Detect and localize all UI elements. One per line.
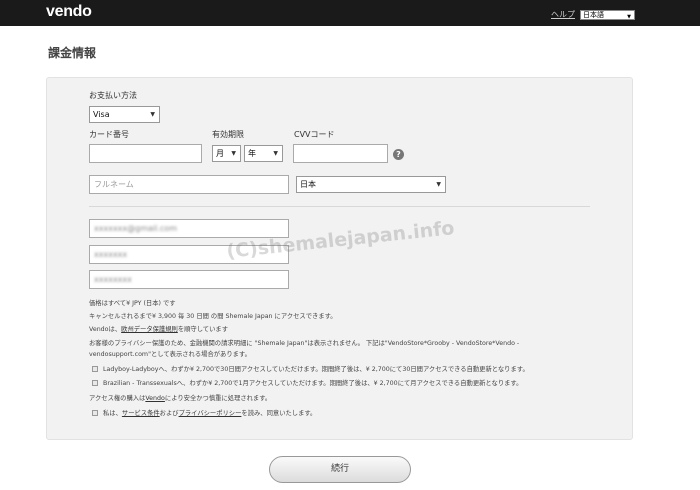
security-note-post: により安全かつ慎重に処理されます。 xyxy=(164,395,272,402)
dropdown-arrow-icon: ▼ xyxy=(627,14,631,20)
email-value: xxxxxxx@gmail.com xyxy=(94,224,177,233)
expiry-year-select[interactable]: 年 ▼ xyxy=(244,145,283,162)
question-icon[interactable]: ? xyxy=(393,149,404,160)
terms-text: 私は、サービス条件およびプライバシーポリシーを読み、同意いたします。 xyxy=(103,408,316,417)
terms-of-service-link[interactable]: サービス条件 xyxy=(122,410,160,417)
billing-descriptor-note: お客様のプライバシー保護のため、金融機関の請求明細に "Shemale Japa… xyxy=(89,340,520,347)
offer1-text: Ladyboy-Ladyboyへ、わずか¥ 2,700で30日間アクセスしていた… xyxy=(103,366,529,373)
fullname-input[interactable]: フルネーム xyxy=(89,175,289,194)
payment-method-label: お支払い方法 xyxy=(89,91,137,100)
expiry-year-value: 年 xyxy=(248,149,256,158)
language-select[interactable]: 日本語 ▼ xyxy=(580,10,635,20)
gdpr-note-post: を順守しています xyxy=(177,326,228,333)
dropdown-arrow-icon: ▼ xyxy=(436,181,441,188)
language-value: 日本語 xyxy=(583,11,604,19)
country-value: 日本 xyxy=(300,180,316,189)
terms-post: を読み、同意いたします。 xyxy=(241,410,317,417)
expiry-month-value: 月 xyxy=(216,149,224,158)
card-number-input[interactable] xyxy=(89,144,202,163)
expiry-month-select[interactable]: 月 ▼ xyxy=(212,145,241,162)
vendo-link[interactable]: Vendo xyxy=(145,395,165,402)
subscription-note: キャンセルされるまで¥ 3,900 毎 30 日間 の間 Shemale Jap… xyxy=(89,313,337,320)
gdpr-note-pre: Vendoは、 xyxy=(89,326,122,333)
offer1-checkbox[interactable] xyxy=(92,366,98,372)
dropdown-arrow-icon: ▼ xyxy=(273,150,278,157)
gdpr-link[interactable]: 欧州データ保護規則 xyxy=(121,326,178,333)
card-number-label: カード番号 xyxy=(89,130,129,139)
price-note: 価格はすべて¥ JPY (日本) です xyxy=(89,300,176,307)
continue-button[interactable]: 続行 xyxy=(269,456,411,483)
email-input[interactable]: xxxxxxx@gmail.com xyxy=(89,219,289,238)
dropdown-arrow-icon: ▼ xyxy=(231,150,236,157)
country-select[interactable]: 日本 ▼ xyxy=(296,176,446,193)
terms-pre: 私は、 xyxy=(103,410,122,417)
top-bar: vendo ヘルプ 日本語 ▼ xyxy=(0,0,700,26)
expiry-label: 有効期限 xyxy=(212,130,244,139)
payment-method-value: Visa xyxy=(93,110,110,119)
security-note: アクセス権の購入はVendoにより安全かつ慎重に処理されます。 xyxy=(89,393,271,402)
terms-checkbox[interactable] xyxy=(92,410,98,416)
security-note-pre: アクセス権の購入は xyxy=(89,395,146,402)
privacy-policy-link[interactable]: プライバシーポリシー xyxy=(179,410,242,417)
billing-descriptor-note-cont: vendosupport.com"として表示される場合があります。 xyxy=(89,351,251,358)
page-title: 課金情報 xyxy=(48,46,97,60)
help-link[interactable]: ヘルプ xyxy=(551,9,575,20)
terms-mid: および xyxy=(159,410,179,417)
section-divider xyxy=(89,206,590,207)
password-input[interactable]: xxxxxxxx xyxy=(89,270,289,289)
vendo-logo[interactable]: vendo xyxy=(46,3,92,21)
offer2-text: Brazilian - Transsexualsへ、わずか¥ 2,700で1月ア… xyxy=(103,380,523,387)
dropdown-arrow-icon: ▼ xyxy=(150,111,155,118)
gdpr-note: Vendoは、欧州データ保護規則を順守しています xyxy=(89,324,228,333)
offer2-checkbox[interactable] xyxy=(92,380,98,386)
payment-method-select[interactable]: Visa ▼ xyxy=(89,106,160,123)
password-value: xxxxxxxx xyxy=(94,275,132,284)
username-value: xxxxxxx xyxy=(94,250,128,259)
cvv-label: CVVコード xyxy=(294,130,335,139)
cvv-input[interactable] xyxy=(293,144,388,163)
